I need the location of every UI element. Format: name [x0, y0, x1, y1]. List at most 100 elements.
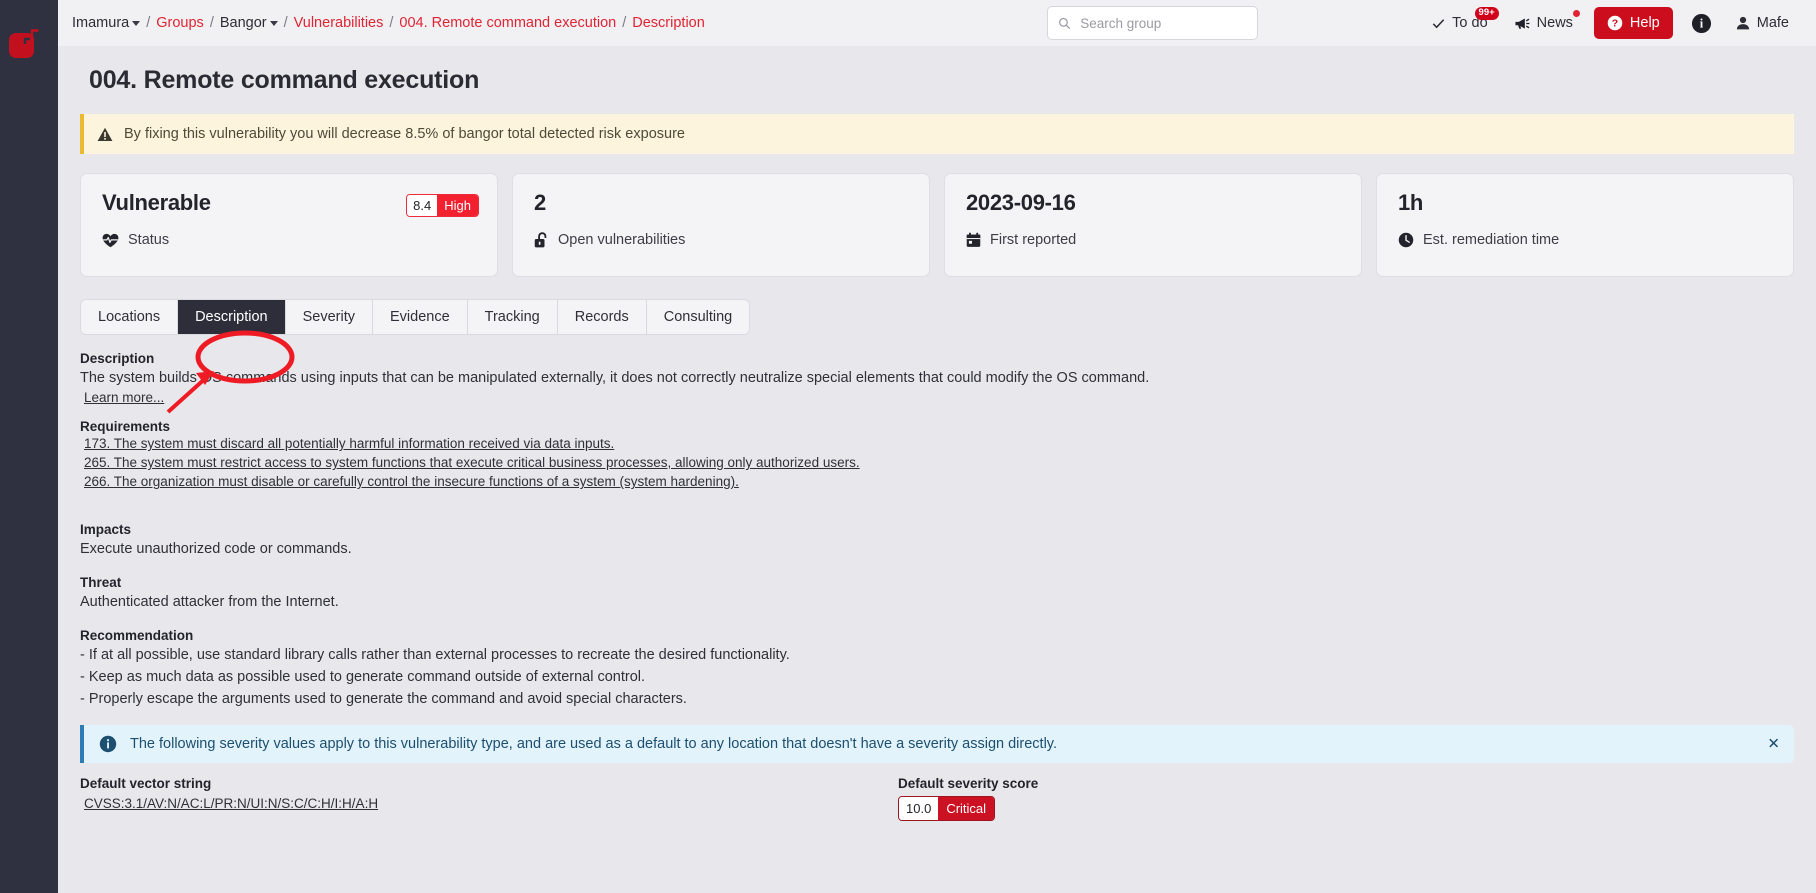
app-root: Imamura / Groups / Bangor / Vulnerabilit…: [0, 0, 1816, 893]
default-score-heading: Default severity score: [898, 775, 1039, 791]
main-column: Imamura / Groups / Bangor / Vulnerabilit…: [58, 0, 1816, 893]
question-circle-icon: ?: [1607, 15, 1623, 31]
top-bar: Imamura / Groups / Bangor / Vulnerabilit…: [58, 0, 1816, 46]
default-vector-string-link[interactable]: CVSS:3.1/AV:N/AC:L/PR:N/UI:N/S:C/C:H/I:H…: [84, 794, 898, 813]
help-label: Help: [1629, 15, 1660, 31]
tab-tracking[interactable]: Tracking: [467, 300, 558, 334]
breadcrumb-item-org[interactable]: Imamura: [72, 15, 141, 31]
calendar-icon: [966, 232, 981, 247]
severity-info-text: The following severity values apply to t…: [130, 735, 1057, 752]
todo-button[interactable]: To do 99+: [1418, 0, 1500, 46]
recommendation-heading: Recommendation: [80, 628, 194, 644]
user-label: Mafe: [1756, 15, 1789, 31]
close-icon[interactable]: ✕: [1767, 736, 1780, 751]
requirement-link[interactable]: 266. The organization must disable or ca…: [84, 472, 1794, 491]
page-title: 004. Remote command execution: [89, 66, 480, 94]
requirements-heading: Requirements: [80, 419, 171, 434]
search-box[interactable]: [1047, 6, 1258, 40]
heartbeat-icon: [102, 233, 119, 247]
card-open-value: 2: [534, 190, 546, 215]
card-first-reported: 2023-09-16 First reported: [944, 173, 1362, 277]
requirement-link[interactable]: 265. The system must restrict access to …: [84, 453, 1794, 472]
breadcrumb-item-vulnerability[interactable]: 004. Remote command execution: [399, 15, 616, 31]
threat-heading: Threat: [80, 575, 122, 591]
card-status: Vulnerable Status 8.4 High: [80, 173, 498, 277]
requirement-link[interactable]: 173. The system must discard all potenti…: [84, 434, 1794, 453]
card-remediation-label: Est. remediation time: [1423, 232, 1560, 248]
user-menu[interactable]: Mafe: [1722, 0, 1802, 46]
risk-warning-banner: By fixing this vulnerability you will de…: [80, 114, 1794, 154]
breadcrumb-item-vulnerabilities[interactable]: Vulnerabilities: [294, 15, 384, 31]
threat-text: Authenticated attacker from the Internet…: [80, 594, 339, 611]
tab-locations[interactable]: Locations: [81, 300, 179, 334]
card-open-vulnerabilities: 2 Open vulnerabilities: [512, 173, 930, 277]
search-icon: [1059, 17, 1071, 29]
search-input[interactable]: [1080, 15, 1247, 31]
learn-more-link[interactable]: Learn more...: [84, 388, 1794, 407]
unlock-icon: [534, 232, 547, 248]
default-vector-heading: Default vector string: [80, 775, 212, 791]
header-tools: To do 99+ News ? Help i Mafe: [1418, 0, 1802, 46]
description-panel: Description The system builds OS command…: [80, 351, 1794, 709]
breadcrumb-item-description[interactable]: Description: [632, 15, 705, 31]
card-remediation-label-row: Est. remediation time: [1398, 232, 1775, 248]
info-button[interactable]: i: [1681, 0, 1722, 46]
card-open-label: Open vulnerabilities: [558, 232, 686, 248]
breadcrumb-separator: /: [622, 15, 627, 31]
breadcrumb-separator: /: [283, 15, 288, 31]
severity-info-banner: The following severity values apply to t…: [80, 724, 1794, 763]
recommendation-item: - If at all possible, use standard libra…: [80, 647, 790, 664]
card-remediation-time: 1h Est. remediation time: [1376, 173, 1794, 277]
risk-warning-text: By fixing this vulnerability you will de…: [124, 126, 685, 142]
tab-records[interactable]: Records: [557, 300, 647, 334]
user-icon: [1736, 16, 1749, 30]
default-score-badge: 10.0 Critical: [898, 795, 996, 821]
svg-text:?: ?: [1612, 18, 1618, 30]
breadcrumb-item-group[interactable]: Bangor: [220, 15, 278, 31]
chevron-down-icon: [269, 20, 278, 26]
page-content: 004. Remote command execution By fixing …: [58, 46, 1816, 893]
left-rail: [0, 0, 58, 893]
tab-severity[interactable]: Severity: [285, 300, 373, 334]
clock-icon: [1398, 232, 1414, 248]
breadcrumb-item-groups[interactable]: Groups: [156, 15, 204, 31]
description-text: The system builds OS commands using inpu…: [80, 370, 1150, 386]
megaphone-icon: [1515, 17, 1530, 29]
default-vector-block: Default vector string CVSS:3.1/AV:N/AC:L…: [80, 776, 898, 821]
impacts-text: Execute unauthorized code or commands.: [80, 541, 352, 558]
check-icon: [1432, 18, 1445, 28]
breadcrumb-separator: /: [209, 15, 214, 31]
card-status-label: Status: [128, 232, 170, 248]
breadcrumb-separator: /: [146, 15, 151, 31]
default-score-level: Critical: [938, 796, 995, 820]
info-circle-icon: [99, 735, 117, 752]
card-status-label-row: Status: [102, 232, 479, 248]
news-button[interactable]: News: [1501, 0, 1586, 46]
severity-level: High: [437, 195, 478, 216]
severity-pill: 8.4 High: [406, 194, 479, 217]
todo-badge: 99+: [1474, 7, 1499, 20]
warning-triangle-icon: [97, 127, 113, 141]
help-button[interactable]: ? Help: [1593, 7, 1673, 39]
card-first-reported-label: First reported: [990, 232, 1077, 248]
default-score-value: 10.0: [899, 796, 939, 820]
card-first-reported-label-row: First reported: [966, 232, 1343, 248]
tab-evidence[interactable]: Evidence: [373, 300, 468, 334]
chevron-down-icon: [132, 20, 141, 26]
breadcrumb-separator: /: [389, 15, 394, 31]
tab-consulting[interactable]: Consulting: [646, 300, 750, 334]
tab-description[interactable]: Description: [178, 300, 286, 334]
default-score-block: Default severity score 10.0 Critical: [898, 776, 1038, 821]
app-logo-icon[interactable]: [8, 26, 46, 64]
svg-text:i: i: [1700, 16, 1704, 30]
card-open-label-row: Open vulnerabilities: [534, 232, 911, 248]
news-label: News: [1536, 15, 1573, 31]
news-notification-dot: [1572, 10, 1580, 17]
default-severity-row: Default vector string CVSS:3.1/AV:N/AC:L…: [80, 776, 1794, 821]
recommendation-item: - Properly escape the arguments used to …: [80, 690, 687, 707]
description-heading: Description: [80, 351, 155, 366]
recommendation-item: - Keep as much data as possible used to …: [80, 669, 646, 685]
stat-cards: Vulnerable Status 8.4 High 2 Open vulner…: [80, 173, 1794, 277]
breadcrumb: Imamura / Groups / Bangor / Vulnerabilit…: [58, 15, 705, 31]
severity-score: 8.4: [407, 195, 438, 216]
